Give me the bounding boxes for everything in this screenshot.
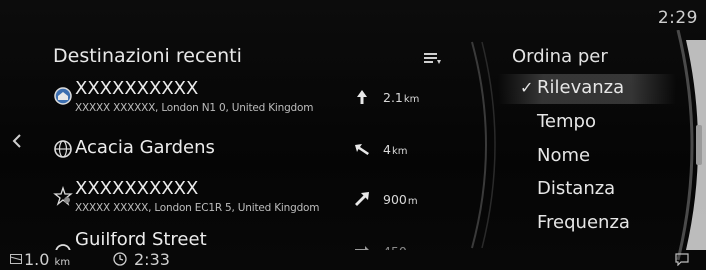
chevron-left-icon[interactable] <box>10 132 24 150</box>
arrow-right-icon <box>355 246 369 250</box>
sort-title: Ordina per <box>512 46 608 67</box>
sort-option-label: Frequenza <box>537 212 630 233</box>
sort-option-label: Nome <box>537 145 591 166</box>
sort-panel: Ordina per ✓ Rilevanza Tempo Nome Distan… <box>498 40 678 250</box>
destination-distance: 900m <box>383 192 418 207</box>
destination-address: XXXXX XXXXX, London EC1R 5, United Kingd… <box>75 202 320 214</box>
globe-icon <box>54 140 72 158</box>
sort-option-tempo[interactable]: Tempo <box>498 108 676 138</box>
list-item[interactable]: XXXXXXXXXX XXXXX XXXXXX, London N1 0, Un… <box>53 78 453 122</box>
destination-address: XXXXX XXXXXX, London N1 0, United Kingdo… <box>75 102 314 114</box>
destination-name: XXXXXXXXXX <box>75 78 199 99</box>
sort-option-label: Rilevanza <box>537 77 625 98</box>
map-icon <box>10 254 22 264</box>
distance-unit: km <box>403 94 420 105</box>
destination-distance: 2.1km <box>383 90 419 105</box>
clock: 2:29 <box>657 8 698 28</box>
checkmark-icon: ✓ <box>520 78 534 97</box>
scale-unit: km <box>54 257 71 268</box>
sort-option-frequenza[interactable]: Frequenza <box>498 209 676 239</box>
distance-value: 4 <box>383 142 391 157</box>
arrow-up-right-icon <box>355 192 369 206</box>
status-bar: 1.0 km 2:33 <box>0 250 706 270</box>
message-icon <box>675 253 689 266</box>
map-scale: 1.0 km <box>24 250 70 269</box>
sort-option-label: Distanza <box>537 178 616 199</box>
list-title: Destinazioni recenti <box>53 45 242 67</box>
arrival-time: 2:33 <box>134 250 170 269</box>
clock-icon <box>113 252 127 266</box>
destination-name: Acacia Gardens <box>75 137 215 158</box>
list-item[interactable]: Acacia Gardens 4km <box>53 137 453 178</box>
scale-value: 1.0 <box>24 250 50 269</box>
destination-name: Guilford Street <box>75 232 207 250</box>
sort-option-nome[interactable]: Nome <box>498 142 676 172</box>
navigation-screen: 2:29 Destinazioni recenti XXXXXXXXXX XXX… <box>0 0 706 270</box>
sort-list-icon[interactable] <box>424 52 442 66</box>
destination-distance: 4km <box>383 142 408 157</box>
arrow-up-icon <box>357 90 367 104</box>
favorite-star-icon <box>53 186 73 206</box>
list-item[interactable]: XXXXXXXXXX XXXXX XXXXX, London EC1R 5, U… <box>53 178 453 222</box>
sort-option-rilevanza[interactable]: ✓ Rilevanza <box>498 74 676 104</box>
distance-unit: m <box>407 196 418 207</box>
distance-value: 2.1 <box>383 90 403 105</box>
sort-option-distanza[interactable]: Distanza <box>498 175 676 205</box>
scroll-wheel[interactable] <box>676 30 706 260</box>
distance-unit: km <box>391 146 408 157</box>
destination-name: XXXXXXXXXX <box>75 178 199 199</box>
distance-value: 900 <box>383 192 407 207</box>
location-pin-icon <box>55 244 71 250</box>
list-item[interactable]: Guilford Street 450m <box>53 232 453 250</box>
arrow-up-left-icon <box>355 144 369 155</box>
home-globe-icon <box>54 87 72 105</box>
sort-option-label: Tempo <box>537 111 596 132</box>
